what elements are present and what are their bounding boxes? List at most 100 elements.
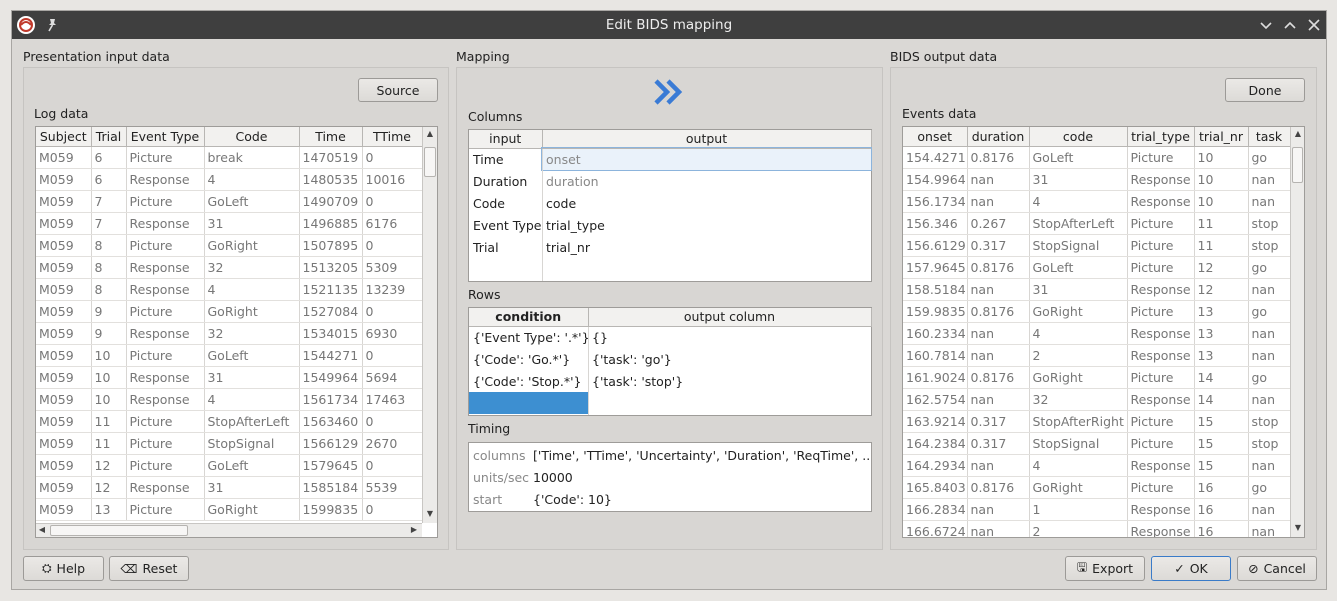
row-mapping-output[interactable]: {'task': 'go'} <box>588 348 871 370</box>
row-mapping-selected-cell[interactable] <box>469 392 588 414</box>
events-table-row[interactable]: 164.2384 0.317 StopSignal Picture 15 stop <box>903 432 1291 455</box>
log-cell[interactable]: Response <box>126 256 205 279</box>
events-cell[interactable]: 0.317 <box>967 410 1030 433</box>
events-table-row[interactable]: 166.2834 nan 1 Response 16 nan <box>903 498 1291 521</box>
log-cell[interactable]: StopSignal <box>204 432 300 455</box>
events-cell[interactable]: 166.6724 <box>903 520 968 537</box>
events-cell[interactable]: 16 <box>1194 520 1249 537</box>
events-table-row[interactable]: 160.2334 nan 4 Response 13 nan <box>903 322 1291 345</box>
log-column-header[interactable]: TTime <box>362 127 423 147</box>
events-column-header[interactable]: trial_type <box>1127 127 1195 147</box>
events-cell[interactable]: StopSignal <box>1029 234 1128 257</box>
events-cell[interactable]: Response <box>1127 190 1195 213</box>
log-cell[interactable]: 10016 <box>362 168 423 191</box>
events-cell[interactable]: StopAfterRight <box>1029 410 1128 433</box>
log-cell[interactable]: GoLeft <box>204 190 300 213</box>
events-cell[interactable]: 31 <box>1029 278 1128 301</box>
events-cell[interactable]: 1 <box>1029 498 1128 521</box>
scroll-down-arrow-icon[interactable]: ▼ <box>1292 523 1304 532</box>
log-data-table[interactable]: Subject Trial Event Type Code Time TTime M059… <box>35 126 438 538</box>
log-cell[interactable]: 1563460 <box>299 410 363 433</box>
events-cell[interactable]: Response <box>1127 498 1195 521</box>
log-cell[interactable]: 1521135 <box>299 278 363 301</box>
column-mapping-input[interactable]: Code <box>469 192 542 214</box>
log-cell[interactable]: 1513205 <box>299 256 363 279</box>
log-cell[interactable]: 12 <box>91 454 127 477</box>
log-cell[interactable]: Response <box>126 476 205 499</box>
column-mapping-output[interactable]: onset <box>541 147 872 171</box>
events-cell[interactable]: nan <box>967 322 1030 345</box>
events-vertical-scrollbar[interactable]: ▲ ▼ <box>1290 127 1304 537</box>
events-cell[interactable]: 159.9835 <box>903 300 968 323</box>
log-cell[interactable]: Picture <box>126 344 205 367</box>
scroll-down-arrow-icon[interactable]: ▼ <box>424 509 436 518</box>
column-mapping-output[interactable]: trial_nr <box>542 236 871 258</box>
events-cell[interactable]: nan <box>1248 190 1291 213</box>
log-cell[interactable]: Response <box>126 322 205 345</box>
scrollbar-thumb[interactable] <box>424 147 436 177</box>
log-cell[interactable]: M059 <box>36 322 92 345</box>
log-cell[interactable]: 0 <box>362 344 423 367</box>
events-cell[interactable]: 0.8176 <box>967 366 1030 389</box>
log-cell[interactable]: 0 <box>362 410 423 433</box>
rows-header-output-column[interactable]: output column <box>588 308 872 327</box>
events-cell[interactable]: Response <box>1127 388 1195 411</box>
log-cell[interactable]: 17463 <box>362 388 423 411</box>
column-header-output[interactable]: output <box>542 130 872 149</box>
log-table-row[interactable]: M059 12 Response 31 1585184 5539 <box>36 476 423 499</box>
events-cell[interactable]: nan <box>967 168 1030 191</box>
scroll-up-arrow-icon[interactable]: ▲ <box>424 129 436 138</box>
events-cell[interactable]: 4 <box>1029 454 1128 477</box>
events-cell[interactable]: Response <box>1127 168 1195 191</box>
log-cell[interactable]: 10 <box>91 344 127 367</box>
events-cell[interactable]: Response <box>1127 344 1195 367</box>
log-table-row[interactable]: M059 9 Response 32 1534015 6930 <box>36 322 423 345</box>
column-mapping-row[interactable]: Time onset <box>469 147 872 171</box>
events-cell[interactable]: nan <box>1248 322 1291 345</box>
log-cell[interactable]: 1599835 <box>299 498 363 521</box>
log-cell[interactable]: 1507895 <box>299 234 363 257</box>
events-cell[interactable]: 4 <box>1029 322 1128 345</box>
log-cell[interactable]: Response <box>126 278 205 301</box>
columns-mapping-table[interactable]: input output Time onset Duration duration Co… <box>468 129 872 282</box>
log-cell[interactable]: 1496885 <box>299 212 363 235</box>
events-cell[interactable]: Picture <box>1127 234 1195 257</box>
events-cell[interactable]: 0.267 <box>967 212 1030 235</box>
events-table-row[interactable]: 161.9024 0.8176 GoRight Picture 14 go <box>903 366 1291 389</box>
log-cell[interactable]: GoRight <box>204 498 300 521</box>
log-cell[interactable]: M059 <box>36 168 92 191</box>
events-cell[interactable]: go <box>1248 366 1291 389</box>
log-cell[interactable]: 32 <box>204 322 300 345</box>
events-table-row[interactable]: 164.2934 nan 4 Response 15 nan <box>903 454 1291 477</box>
done-button[interactable]: Done <box>1225 78 1305 102</box>
events-cell[interactable]: stop <box>1248 234 1291 257</box>
column-mapping-input[interactable]: Duration <box>469 170 542 192</box>
events-cell[interactable]: 13 <box>1194 300 1249 323</box>
log-cell[interactable]: 10 <box>91 388 127 411</box>
events-cell[interactable]: Picture <box>1127 256 1195 279</box>
log-cell[interactable]: M059 <box>36 410 92 433</box>
events-cell[interactable]: 15 <box>1194 410 1249 433</box>
minimize-button[interactable] <box>1255 14 1277 36</box>
column-mapping-row[interactable]: Duration duration <box>469 170 871 192</box>
events-cell[interactable]: Picture <box>1127 212 1195 235</box>
log-column-header[interactable]: Event Type <box>126 127 205 147</box>
events-cell[interactable]: 0.317 <box>967 234 1030 257</box>
scrollbar-thumb[interactable] <box>1292 147 1303 183</box>
timing-table[interactable]: columns ['Time', 'TTime', 'Uncertainty', … <box>468 442 872 512</box>
events-cell[interactable]: 16 <box>1194 476 1249 499</box>
row-mapping-condition[interactable]: {'Event Type': '.*'} <box>469 326 588 348</box>
log-cell[interactable]: 13 <box>91 498 127 521</box>
events-cell[interactable]: GoRight <box>1029 300 1128 323</box>
log-cell[interactable]: M059 <box>36 432 92 455</box>
scrollbar-thumb[interactable] <box>50 525 188 536</box>
log-cell[interactable]: 7 <box>91 190 127 213</box>
log-cell[interactable]: StopAfterLeft <box>204 410 300 433</box>
log-cell[interactable]: 11 <box>91 432 127 455</box>
row-mapping-row[interactable]: {'Event Type': '.*'}{} <box>469 326 871 348</box>
log-cell[interactable]: Picture <box>126 300 205 323</box>
events-cell[interactable]: 12 <box>1194 256 1249 279</box>
log-cell[interactable]: M059 <box>36 146 92 169</box>
events-cell[interactable]: go <box>1248 476 1291 499</box>
events-cell[interactable]: Picture <box>1127 476 1195 499</box>
